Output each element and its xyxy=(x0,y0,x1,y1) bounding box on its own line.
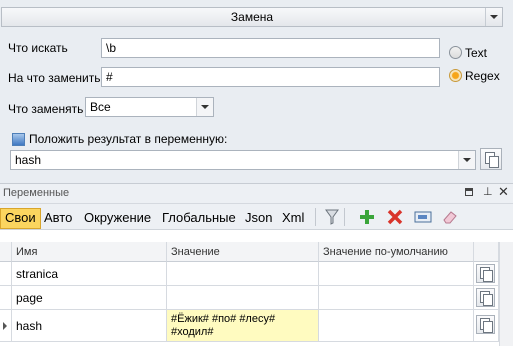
cell-value[interactable] xyxy=(167,286,319,310)
close-icon[interactable]: ✕ xyxy=(498,184,509,200)
text-radio[interactable] xyxy=(449,46,462,59)
dropdown-icon[interactable] xyxy=(485,8,502,26)
replace-settings-panel: Замена Что искать \b На что заменить # T… xyxy=(0,0,513,183)
add-icon[interactable] xyxy=(359,209,375,225)
cell-name[interactable]: hash xyxy=(12,310,167,342)
find-input[interactable]: \b xyxy=(101,38,440,58)
dropdown-icon[interactable] xyxy=(196,98,213,116)
delete-icon[interactable] xyxy=(387,209,403,225)
cell-name[interactable]: page xyxy=(12,286,167,310)
tab-environment[interactable]: Окружение xyxy=(80,208,155,227)
find-label: Что искать xyxy=(8,41,68,55)
cell-name[interactable]: stranica xyxy=(12,262,167,286)
rename-icon[interactable] xyxy=(414,209,432,225)
variables-toolbar: Свои Авто Окружение Глобальные Json Xml xyxy=(0,204,513,230)
toolbar-divider xyxy=(315,208,316,226)
what-label: Что заменять xyxy=(8,102,84,116)
mode-select-value: Замена xyxy=(230,10,274,24)
what-select-value: Все xyxy=(90,100,111,114)
variable-select[interactable]: hash xyxy=(10,150,476,170)
regex-radio[interactable] xyxy=(449,69,462,82)
tab-own[interactable]: Свои xyxy=(0,208,41,229)
copy-row-button[interactable] xyxy=(476,288,495,307)
text-radio-label: Text xyxy=(465,46,488,60)
variables-panel-header: Переменные ⊥ ✕ xyxy=(0,184,513,204)
column-header-value[interactable]: Значение xyxy=(167,242,319,262)
clear-icon[interactable] xyxy=(441,209,459,225)
store-result-label: Положить результат в переменную: xyxy=(29,132,228,146)
variables-panel-title: Переменные xyxy=(3,187,70,199)
copy-row-button[interactable] xyxy=(476,264,495,283)
variable-select-value: hash xyxy=(15,153,42,167)
vertical-scrollbar[interactable] xyxy=(499,242,513,346)
copy-variable-button[interactable] xyxy=(480,148,502,170)
tab-json[interactable]: Json xyxy=(241,208,276,227)
tab-global[interactable]: Глобальные xyxy=(158,208,240,227)
cell-default[interactable] xyxy=(319,286,474,310)
cell-default[interactable] xyxy=(319,262,474,286)
cell-default[interactable] xyxy=(319,310,474,342)
pin-icon[interactable]: ⊥ xyxy=(483,185,493,198)
mode-select[interactable]: Замена xyxy=(1,7,503,27)
cell-value[interactable]: #Ёжик# #по# #лесу# #ходил# xyxy=(167,310,319,342)
column-header-default[interactable]: Значение по-умолчанию xyxy=(319,242,474,262)
store-result-checkbox[interactable] xyxy=(12,133,25,146)
tab-auto[interactable]: Авто xyxy=(40,208,76,227)
replace-label: На что заменить xyxy=(8,71,101,85)
replace-input[interactable]: # xyxy=(101,67,440,87)
dropdown-icon[interactable] xyxy=(458,151,475,169)
copy-row-button[interactable] xyxy=(476,315,495,334)
row-pointer-icon xyxy=(3,322,7,330)
cell-value[interactable] xyxy=(167,262,319,286)
variables-table: Имя Значение Значение по-умолчанию stran… xyxy=(0,242,513,346)
regex-radio-label: Regex xyxy=(465,69,500,83)
column-header-name[interactable]: Имя xyxy=(12,242,167,262)
variables-panel: Переменные ⊥ ✕ Свои Авто Окружение Глоба… xyxy=(0,183,513,346)
panel-menu-icon[interactable] xyxy=(465,188,473,196)
tab-xml[interactable]: Xml xyxy=(278,208,308,227)
filter-icon[interactable] xyxy=(325,209,339,225)
what-select[interactable]: Все xyxy=(85,97,214,117)
